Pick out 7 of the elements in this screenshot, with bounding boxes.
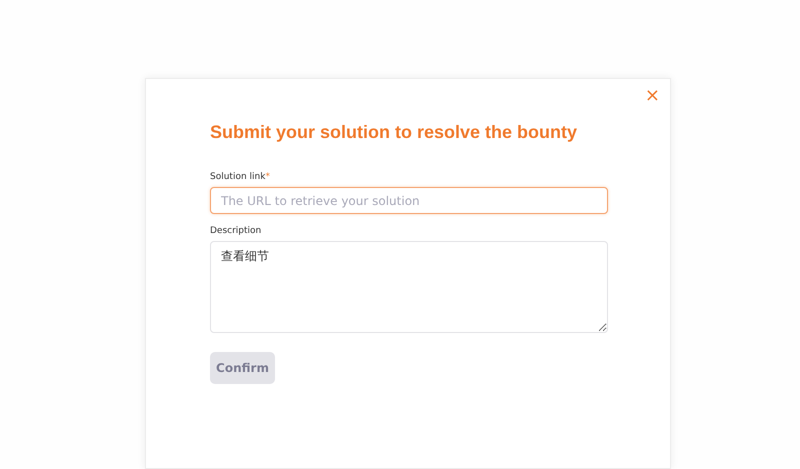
required-mark: * (265, 172, 270, 182)
field-label: Description (210, 226, 262, 236)
text-area[interactable]: 查看细节 (210, 241, 608, 333)
field-label: Solution link (210, 172, 266, 182)
input-field[interactable]: The URL to retrieve your solution (210, 187, 608, 214)
dialog-title: Submit your solution to resolve the bounty (210, 122, 578, 143)
close-button[interactable]: × (642, 87, 662, 105)
